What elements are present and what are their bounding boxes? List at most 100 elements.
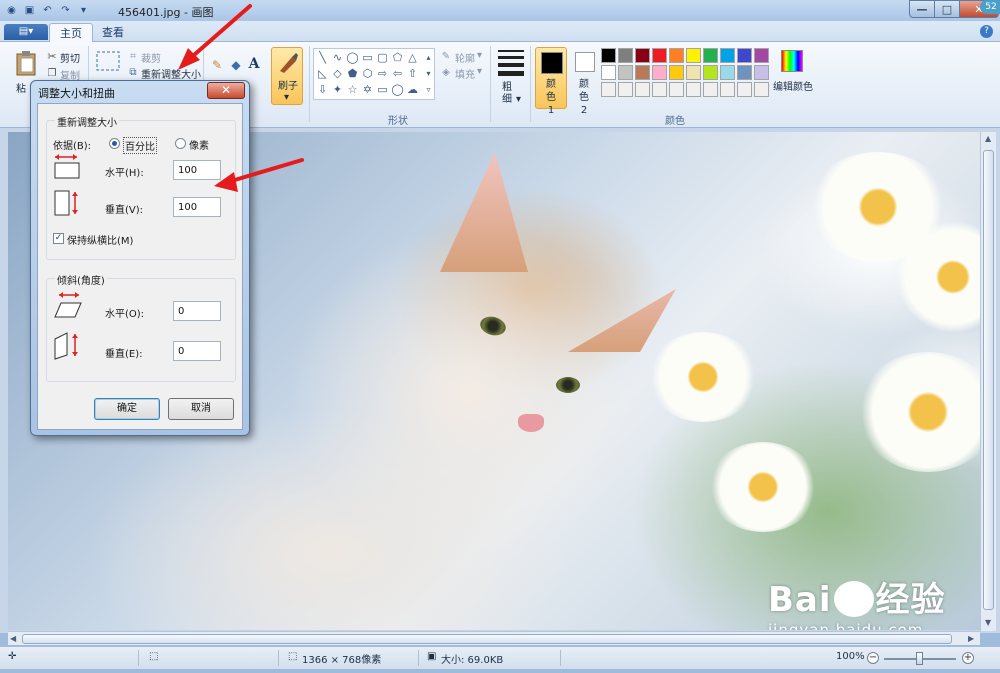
skew-vertical-input[interactable]: [173, 341, 221, 361]
select-icon[interactable]: [95, 50, 121, 72]
scroll-left-icon[interactable]: ◀: [10, 634, 16, 643]
resize-vertical-input[interactable]: [173, 197, 221, 217]
pentagon-shape-icon[interactable]: ⬟: [346, 67, 359, 80]
scroll-down-icon[interactable]: ▼: [985, 618, 991, 627]
color-swatch[interactable]: [686, 48, 701, 63]
crop-button[interactable]: 裁剪: [141, 50, 161, 65]
color-swatch[interactable]: [686, 82, 701, 97]
rectangle-shape-icon[interactable]: ▭: [361, 51, 374, 64]
polygon-shape-icon[interactable]: ⬠: [391, 51, 404, 64]
color-swatch[interactable]: [601, 48, 616, 63]
cut-icon[interactable]: ✂: [46, 50, 58, 63]
color-swatch[interactable]: [669, 48, 684, 63]
ok-button[interactable]: 确定: [94, 398, 160, 420]
pixels-radio[interactable]: [175, 138, 186, 149]
pixels-label[interactable]: 像素: [189, 137, 209, 152]
size-button[interactable]: 粗细: [502, 82, 514, 106]
size-lines-icon[interactable]: [498, 50, 524, 80]
outline-dropdown[interactable]: 轮廓: [455, 50, 475, 65]
fill-dropdown[interactable]: 填充: [455, 66, 475, 81]
edit-colors-icon[interactable]: [781, 50, 803, 72]
callout-rect-icon[interactable]: ▭: [376, 83, 389, 96]
down-arrow-shape-icon[interactable]: ⇩: [316, 83, 329, 96]
maximize-button[interactable]: □: [934, 0, 960, 18]
skew-horizontal-input[interactable]: [173, 301, 221, 321]
cut-button[interactable]: 剪切: [60, 50, 80, 65]
redo-icon[interactable]: ↷: [58, 3, 73, 18]
cancel-button[interactable]: 取消: [168, 398, 234, 420]
vertical-scroll-thumb[interactable]: [983, 150, 994, 610]
color-swatch[interactable]: [720, 82, 735, 97]
color-swatch[interactable]: [703, 48, 718, 63]
color-swatch[interactable]: [652, 65, 667, 80]
color-swatch[interactable]: [635, 82, 650, 97]
four-point-star-icon[interactable]: ✦: [331, 83, 344, 96]
crop-icon[interactable]: ⌗: [127, 50, 139, 62]
help-icon[interactable]: ?: [980, 25, 993, 38]
line-shape-icon[interactable]: ╲: [316, 51, 329, 64]
color-swatch[interactable]: [652, 82, 667, 97]
file-menu-button[interactable]: ▤▾: [4, 24, 48, 40]
color-swatch[interactable]: [720, 65, 735, 80]
customize-qat-icon[interactable]: ▾: [76, 3, 91, 18]
fill-icon[interactable]: ◈: [440, 66, 452, 78]
tab-view[interactable]: 查看: [92, 23, 134, 43]
color-swatch[interactable]: [703, 82, 718, 97]
resize-icon[interactable]: ⧉: [127, 66, 139, 78]
color-swatch[interactable]: [618, 65, 633, 80]
color-swatch[interactable]: [754, 65, 769, 80]
up-arrow-shape-icon[interactable]: ⇧: [406, 67, 419, 80]
left-arrow-shape-icon[interactable]: ⇦: [391, 67, 404, 80]
triangle-shape-icon[interactable]: △: [406, 51, 419, 64]
color1-button[interactable]: 颜色 1: [535, 47, 567, 116]
percent-radio[interactable]: [109, 138, 120, 149]
color-swatch[interactable]: [737, 82, 752, 97]
gallery-down-icon[interactable]: ▾: [422, 67, 435, 80]
scroll-right-icon[interactable]: ▶: [968, 634, 974, 643]
color-swatch[interactable]: [669, 82, 684, 97]
horizontal-scroll-thumb[interactable]: [22, 634, 952, 644]
gallery-up-icon[interactable]: ▴: [422, 51, 435, 64]
color-swatch[interactable]: [737, 65, 752, 80]
hexagon-shape-icon[interactable]: ⬡: [361, 67, 374, 80]
tab-home[interactable]: 主页: [49, 23, 93, 43]
zoom-slider-thumb[interactable]: [916, 652, 923, 665]
color-swatch[interactable]: [635, 48, 650, 63]
six-point-star-icon[interactable]: ✡: [361, 83, 374, 96]
copy-icon[interactable]: ❐: [46, 67, 58, 79]
five-point-star-icon[interactable]: ☆: [346, 83, 359, 96]
zoom-out-button[interactable]: −: [867, 652, 879, 664]
save-icon[interactable]: ▣: [22, 3, 37, 18]
minimize-button[interactable]: —: [909, 0, 935, 18]
color-swatch[interactable]: [703, 65, 718, 80]
color-swatch[interactable]: [652, 48, 667, 63]
color-swatch[interactable]: [618, 82, 633, 97]
keep-ratio-label[interactable]: 保持纵横比(M): [67, 232, 133, 247]
color-swatch[interactable]: [601, 82, 616, 97]
edit-colors-button[interactable]: 编辑颜色: [773, 78, 813, 93]
right-triangle-shape-icon[interactable]: ◺: [316, 67, 329, 80]
right-arrow-shape-icon[interactable]: ⇨: [376, 67, 389, 80]
callout-oval-icon[interactable]: ◯: [391, 83, 404, 96]
vertical-scrollbar[interactable]: ▲ ▼: [980, 132, 996, 631]
gallery-more-icon[interactable]: ▿: [422, 83, 435, 96]
color-swatch[interactable]: [669, 65, 684, 80]
callout-cloud-icon[interactable]: ☁: [406, 83, 419, 96]
color-swatch[interactable]: [618, 48, 633, 63]
keep-ratio-checkbox[interactable]: ✓: [53, 233, 64, 244]
paste-button[interactable]: 粘: [16, 80, 26, 95]
zoom-in-button[interactable]: +: [962, 652, 974, 664]
percent-label[interactable]: 百分比: [123, 137, 157, 154]
brush-button[interactable]: 刷子 ▾: [271, 47, 303, 105]
scroll-up-icon[interactable]: ▲: [985, 134, 991, 143]
undo-icon[interactable]: ↶: [40, 3, 55, 18]
rounded-rect-shape-icon[interactable]: ▢: [376, 51, 389, 64]
diamond-shape-icon[interactable]: ◇: [331, 67, 344, 80]
color-swatch[interactable]: [754, 48, 769, 63]
app-menu-icon[interactable]: ◉: [4, 3, 19, 18]
color-swatch[interactable]: [737, 48, 752, 63]
dialog-close-button[interactable]: ✕: [207, 82, 245, 99]
color-swatch[interactable]: [686, 65, 701, 80]
oval-shape-icon[interactable]: ◯: [346, 51, 359, 64]
curve-shape-icon[interactable]: ∿: [331, 51, 344, 64]
